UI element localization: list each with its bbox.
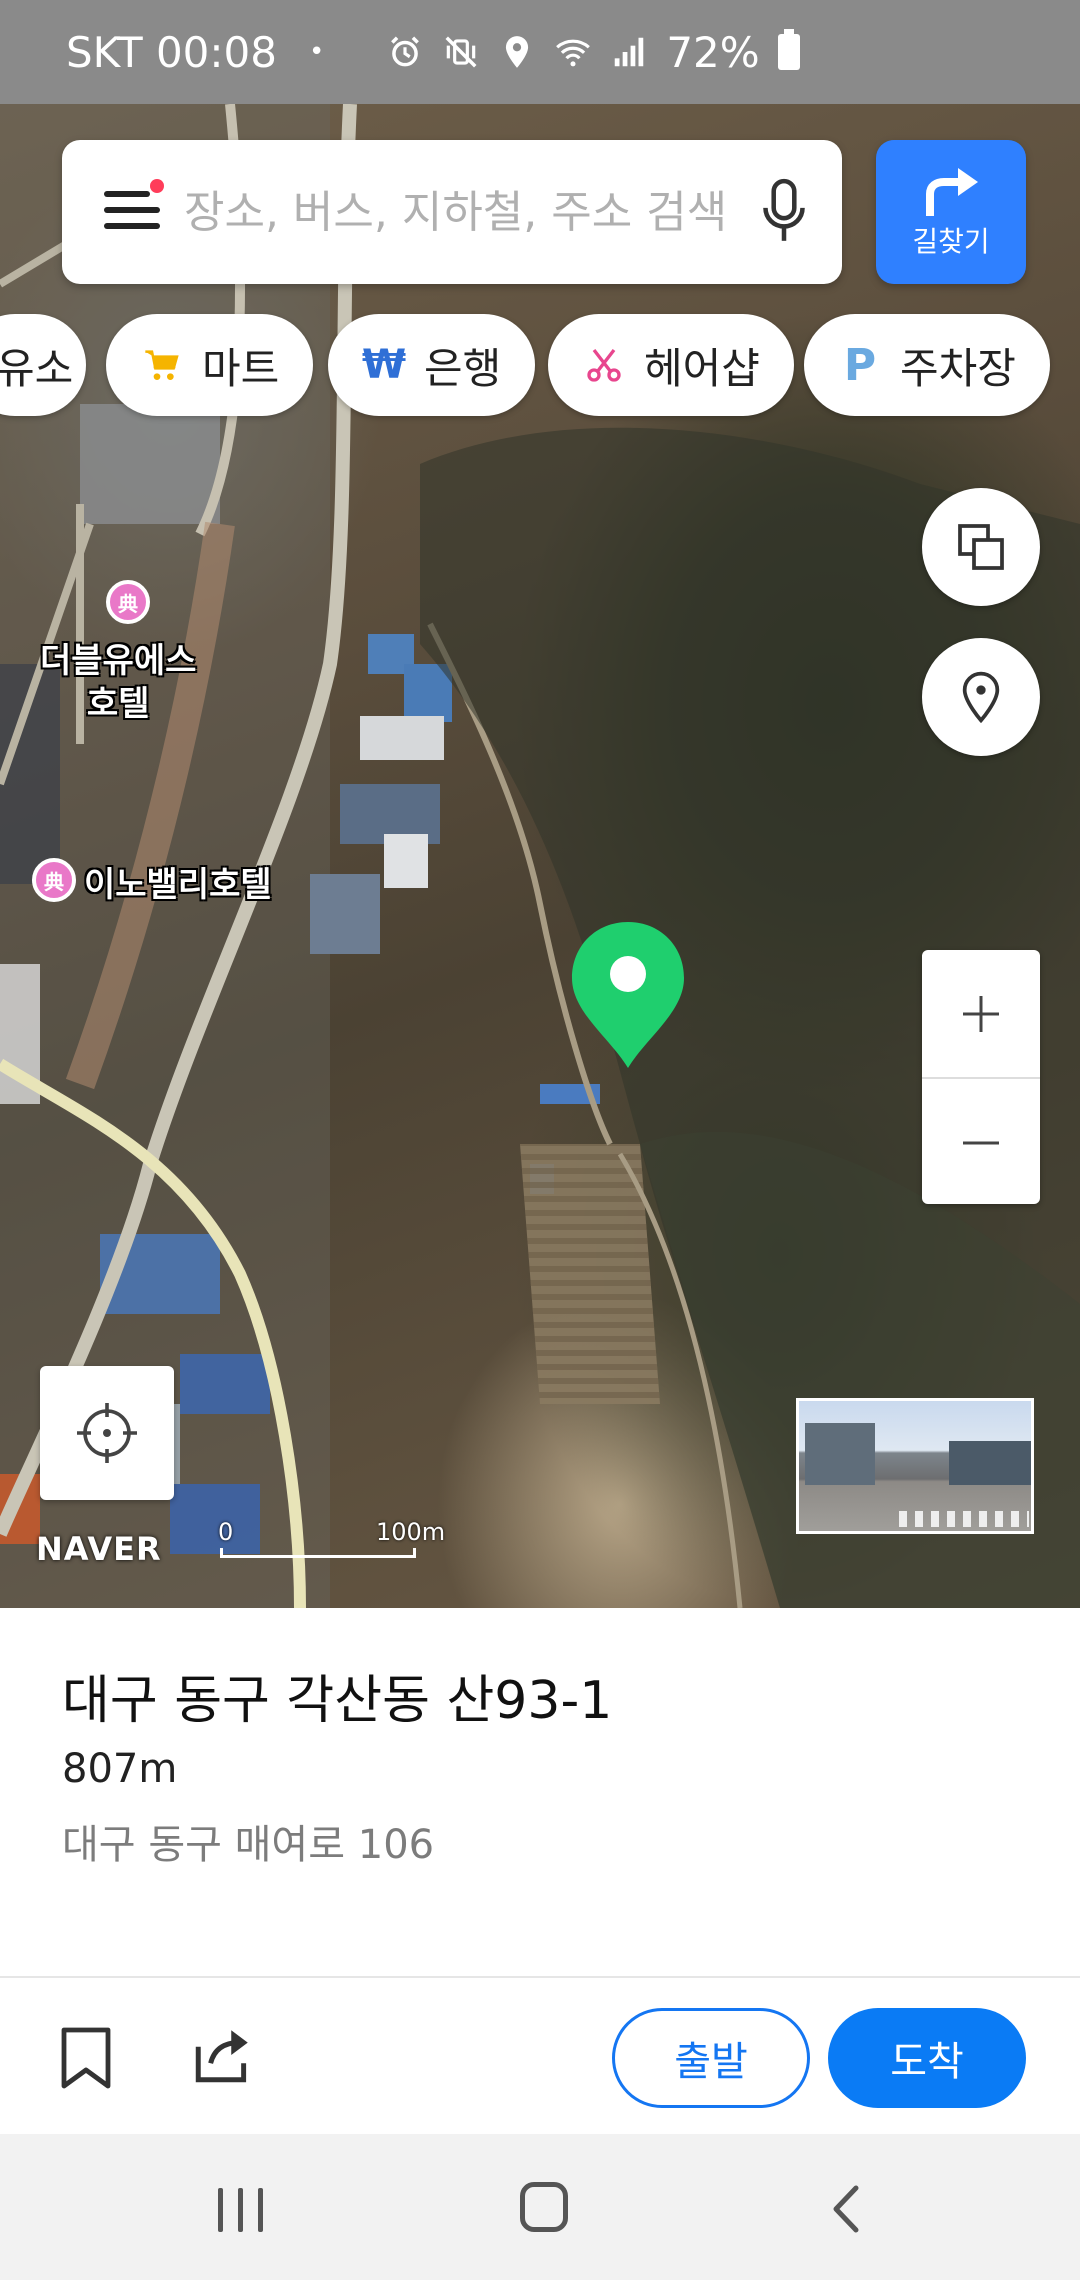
place-info-sheet[interactable]: 대구 동구 각산동 산93-1 807m 대구 동구 매여로 106 <box>0 1608 1080 1978</box>
scale-start-label: 0 <box>218 1518 234 1546</box>
alarm-icon <box>391 36 420 67</box>
category-chip-bank[interactable]: ₩ 은행 <box>328 314 536 416</box>
scissors-icon <box>582 343 626 387</box>
zoom-in-button[interactable] <box>922 950 1040 1077</box>
signal-icon <box>615 37 644 67</box>
place-road-address: 대구 동구 매여로 106 <box>62 1822 435 1868</box>
place-marker-icon <box>962 671 1000 724</box>
chip-label: 은행 <box>424 343 502 393</box>
set-destination-button[interactable]: 도착 <box>828 2008 1026 2108</box>
action-bar: 출발 도착 <box>0 1978 1080 2134</box>
map-label-hotel-innovalley[interactable]: 이노밸리호텔 <box>84 864 272 907</box>
category-chip-parking[interactable]: P 주차장 <box>804 314 1050 416</box>
battery-icon <box>777 29 800 70</box>
hotel-poi-icon[interactable]: 典 <box>106 580 150 624</box>
street-view-thumbnail[interactable] <box>796 1398 1034 1534</box>
zoom-out-button[interactable] <box>922 1079 1040 1206</box>
zoom-controls <box>922 950 1040 1204</box>
map-label-hotel-ws[interactable]: 더블유에스 호텔 <box>40 640 196 725</box>
directions-label: 길찾기 <box>912 225 990 258</box>
layers-button[interactable] <box>922 488 1040 606</box>
recent-apps-button[interactable] <box>218 2188 268 2232</box>
vibrate-mute-icon <box>445 36 477 68</box>
system-nav-bar <box>0 2134 1080 2280</box>
status-bar: SKT 00:08 • 72% <box>0 0 1080 104</box>
home-button[interactable] <box>520 2182 568 2232</box>
chip-label: 유소 <box>0 343 74 393</box>
back-icon[interactable] <box>826 2184 866 2234</box>
current-location-button[interactable] <box>40 1366 174 1500</box>
cart-icon <box>140 343 184 387</box>
hotel-poi-icon[interactable]: 典 <box>32 858 76 902</box>
chip-label: 헤어샵 <box>644 343 760 393</box>
chip-label: 주차장 <box>900 343 1016 393</box>
location-icon <box>506 36 529 68</box>
category-chip-hairshop[interactable]: 헤어샵 <box>548 314 794 416</box>
wifi-icon <box>556 39 591 67</box>
naver-logo: NAVER <box>36 1530 162 1568</box>
chip-label: 마트 <box>202 343 280 393</box>
directions-button[interactable]: 길찾기 <box>876 140 1026 284</box>
place-title: 대구 동구 각산동 산93-1 <box>62 1671 613 1731</box>
location-pin-icon[interactable] <box>570 920 686 1070</box>
battery-percent: 72% <box>666 27 760 77</box>
bookmark-icon[interactable] <box>58 2026 114 2090</box>
search-bar[interactable] <box>62 140 842 284</box>
search-input[interactable] <box>184 186 744 238</box>
saved-places-button[interactable] <box>922 638 1040 756</box>
layers-icon <box>958 524 1004 570</box>
place-distance: 807m <box>62 1746 178 1792</box>
parking-icon: P <box>843 339 877 391</box>
share-icon[interactable] <box>190 2022 256 2088</box>
new-badge-dot <box>150 179 164 193</box>
mic-icon[interactable] <box>754 172 814 252</box>
turn-right-arrow-icon <box>926 168 978 216</box>
notification-dot: • <box>308 37 325 67</box>
crosshair-icon <box>77 1403 137 1463</box>
scale-end-label: 100m <box>376 1518 446 1546</box>
category-chip-mart[interactable]: 마트 <box>106 314 314 416</box>
won-icon: ₩ <box>361 342 407 388</box>
menu-button[interactable] <box>104 179 164 237</box>
map-scale-bar: 0 100m <box>218 1518 445 1558</box>
set-start-button[interactable]: 출발 <box>612 2008 810 2108</box>
carrier-time: SKT 00:08 <box>66 27 277 77</box>
